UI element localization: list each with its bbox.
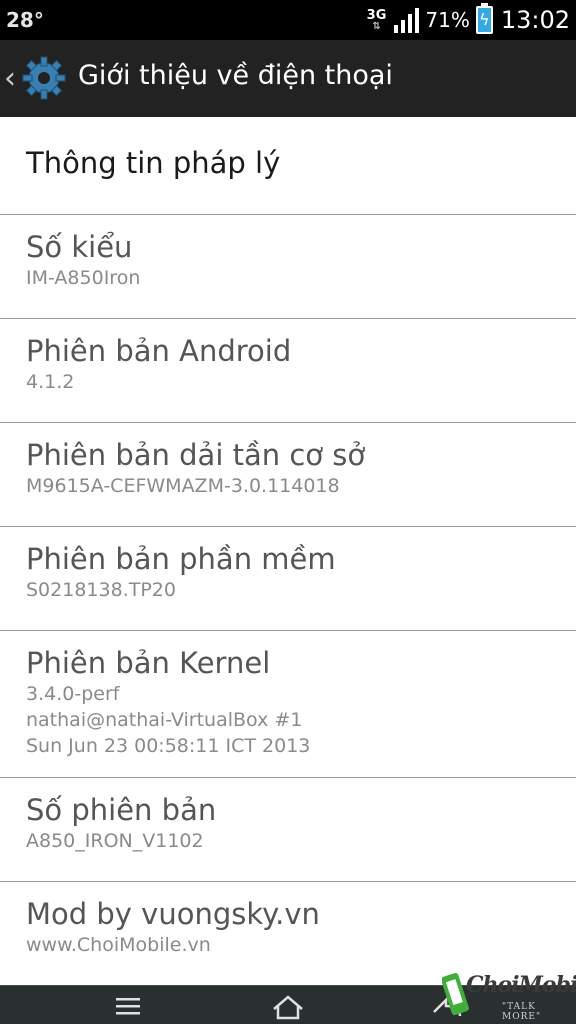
item-title: Thông tin pháp lý [26,146,281,180]
list-item-baseband-version[interactable]: Phiên bản dải tần cơ sở M9615A-CEFWMAZM-… [0,423,576,527]
item-value: M9615A-CEFWMAZM-3.0.114018 [26,475,340,497]
item-title: Phiên bản phần mềm [26,542,336,576]
item-value: IM-A850Iron [26,267,141,289]
settings-gear-icon[interactable] [18,52,70,104]
choimobile-watermark: ChoiMobile "TALK MORE" [442,968,576,1024]
item-title: Phiên bản dải tần cơ sở [26,438,366,472]
item-value: www.ChoiMobile.vn [26,934,211,956]
item-title: Số kiểu [26,230,133,264]
item-value-line: nathai@nathai-VirtualBox #1 [26,709,303,731]
menu-icon[interactable] [108,992,148,1020]
home-icon[interactable] [268,992,308,1020]
item-value-line: Sun Jun 23 00:58:11 ICT 2013 [26,735,311,757]
list-item-kernel-version[interactable]: Phiên bản Kernel 3.4.0-perf nathai@natha… [0,631,576,778]
watermark-brand: ChoiMobile [466,972,576,998]
list-item-legal-info[interactable]: Thông tin pháp lý [0,117,576,215]
item-title: Mod by vuongsky.vn [26,897,320,931]
battery-charging-icon: ϟ [475,3,493,34]
item-value-line: 3.4.0-perf [26,683,120,705]
item-value: A850_IRON_V1102 [26,830,204,852]
list-item-build-number[interactable]: Số phiên bản A850_IRON_V1102 [0,778,576,882]
list-item-model-number[interactable]: Số kiểu IM-A850Iron [0,215,576,319]
item-title: Số phiên bản [26,793,217,827]
status-bar: 28° 3G ⇅ 71% ϟ 13:02 [0,0,576,40]
status-icons: 3G ⇅ 71% ϟ 13:02 [367,0,570,40]
item-title: Phiên bản Android [26,334,292,368]
about-phone-list: Thông tin pháp lý Số kiểu IM-A850Iron Ph… [0,117,576,986]
signal-bars-icon [394,7,420,33]
item-value: 4.1.2 [26,371,75,393]
action-bar: ‹ Giới thiệu về điện thoại [0,40,576,117]
clock: 13:02 [500,6,570,34]
item-value: S0218138.TP20 [26,579,176,601]
list-item-software-version[interactable]: Phiên bản phần mềm S0218138.TP20 [0,527,576,631]
back-chevron-icon[interactable]: ‹ [4,64,16,94]
battery-percent: 71% [425,8,470,32]
list-item-android-version[interactable]: Phiên bản Android 4.1.2 [0,319,576,423]
network-type-label: 3G [366,7,387,23]
watermark-slogan: "TALK MORE" [502,1002,542,1022]
item-title: Phiên bản Kernel [26,646,271,680]
network-3g-icon: 3G ⇅ [366,7,387,32]
page-title: Giới thiệu về điện thoại [78,60,393,91]
temperature-text: 28° [6,8,44,32]
